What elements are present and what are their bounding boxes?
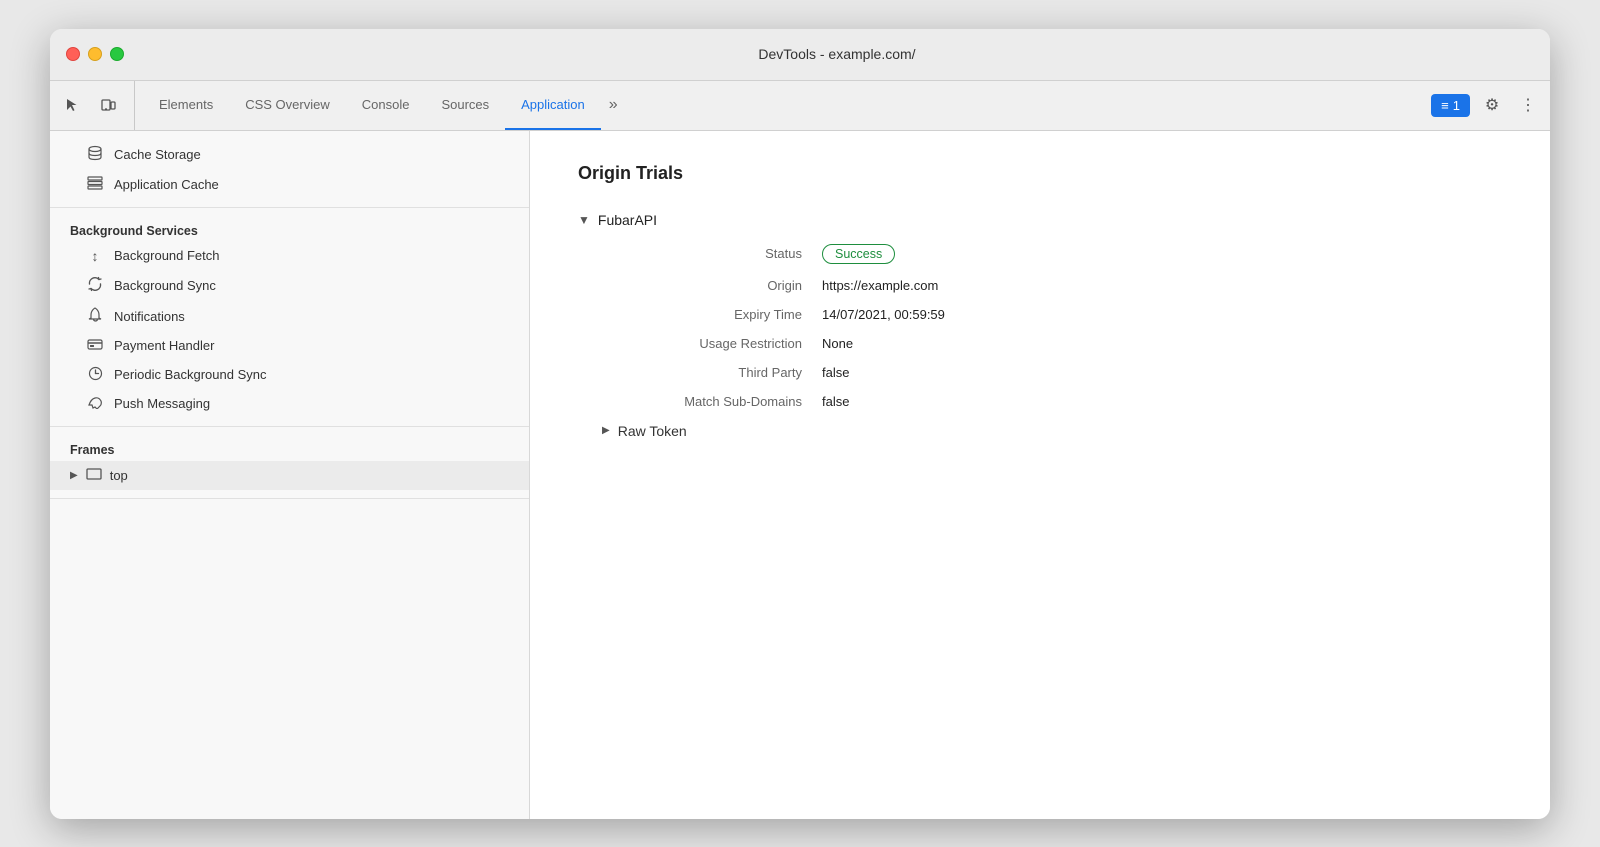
sidebar: Cache Storage Application Cache Backgrou [50,131,530,819]
usage-restriction-row: Usage Restriction None [602,336,1502,351]
origin-value: https://example.com [822,278,938,293]
page-title: Origin Trials [578,163,1502,184]
notifications-label: Notifications [114,309,185,324]
expiry-label: Expiry Time [602,307,822,322]
status-label: Status [602,246,822,261]
background-services-header: Background Services [50,216,529,242]
issues-icon: ≡ [1441,98,1449,113]
sidebar-item-top[interactable]: ▶ top [50,461,529,490]
content-panel: Origin Trials ▼ FubarAPI Status Success … [530,131,1550,819]
api-section: ▼ FubarAPI Status Success Origin https:/… [578,208,1502,439]
background-sync-label: Background Sync [114,278,216,293]
background-fetch-label: Background Fetch [114,248,220,263]
third-party-row: Third Party false [602,365,1502,380]
tab-console[interactable]: Console [346,81,426,130]
tab-list: Elements CSS Overview Console Sources Ap… [143,81,1423,130]
frames-header: Frames [50,435,529,461]
expiry-row: Expiry Time 14/07/2021, 00:59:59 [602,307,1502,322]
top-frame-label: top [110,468,128,483]
third-party-value: false [822,365,849,380]
issues-badge-button[interactable]: ≡ 1 [1431,94,1470,117]
sidebar-frames-section: Frames ▶ top [50,427,529,499]
tab-css-overview[interactable]: CSS Overview [229,81,346,130]
usage-restriction-value: None [822,336,853,351]
api-expand-icon: ▼ [578,213,590,227]
sidebar-item-notifications[interactable]: Notifications [50,301,529,332]
push-messaging-label: Push Messaging [114,396,210,411]
periodic-background-sync-icon [86,366,104,384]
background-sync-icon [86,276,104,295]
cache-storage-label: Cache Storage [114,147,201,162]
sidebar-item-background-fetch[interactable]: ↕ Background Fetch [50,242,529,270]
devtools-window: DevTools - example.com/ Elements CSS Ove… [50,29,1550,819]
push-messaging-icon [86,396,104,412]
sidebar-item-push-messaging[interactable]: Push Messaging [50,390,529,418]
sidebar-item-background-sync[interactable]: Background Sync [50,270,529,301]
top-frame-arrow: ▶ [70,470,78,481]
status-row: Status Success [602,244,1502,264]
application-cache-label: Application Cache [114,177,219,192]
third-party-label: Third Party [602,365,822,380]
payment-handler-icon [86,338,104,354]
payment-handler-label: Payment Handler [114,338,214,353]
match-sub-row: Match Sub-Domains false [602,394,1502,409]
traffic-lights [66,47,124,61]
sidebar-item-periodic-background-sync[interactable]: Periodic Background Sync [50,360,529,390]
maximize-button[interactable] [110,47,124,61]
cache-storage-icon [86,145,104,164]
top-frame-icon [86,467,102,484]
application-cache-icon [86,176,104,193]
tab-more[interactable]: » [601,81,626,130]
tab-application[interactable]: Application [505,81,601,130]
status-value: Success [822,244,895,264]
main-area: Cache Storage Application Cache Backgrou [50,131,1550,819]
raw-token-label: Raw Token [618,423,687,439]
more-options-button[interactable]: ⋮ [1514,91,1542,119]
api-header[interactable]: ▼ FubarAPI [578,208,1502,232]
tab-elements[interactable]: Elements [143,81,229,130]
status-badge: Success [822,244,895,264]
origin-label: Origin [602,278,822,293]
cursor-icon[interactable] [58,91,86,119]
expiry-value: 14/07/2021, 00:59:59 [822,307,945,322]
tab-sources[interactable]: Sources [425,81,505,130]
minimize-button[interactable] [88,47,102,61]
match-sub-value: false [822,394,849,409]
settings-button[interactable]: ⚙ [1478,91,1506,119]
tabbar-right: ≡ 1 ⚙ ⋮ [1423,81,1542,130]
window-title: DevTools - example.com/ [140,46,1534,62]
sidebar-background-services-section: Background Services ↕ Background Fetch [50,208,529,427]
origin-row: Origin https://example.com [602,278,1502,293]
periodic-background-sync-label: Periodic Background Sync [114,367,266,382]
notifications-icon [86,307,104,326]
sidebar-item-payment-handler[interactable]: Payment Handler [50,332,529,360]
api-name: FubarAPI [598,212,657,228]
device-icon[interactable] [94,91,122,119]
close-button[interactable] [66,47,80,61]
titlebar: DevTools - example.com/ [50,29,1550,81]
raw-token-header[interactable]: ▶ Raw Token [602,423,1502,439]
match-sub-label: Match Sub-Domains [602,394,822,409]
toolbar-icons [58,81,135,130]
raw-token-expand-icon: ▶ [602,425,610,436]
api-details: Status Success Origin https://example.co… [602,244,1502,439]
sidebar-item-application-cache[interactable]: Application Cache [50,170,529,199]
sidebar-item-cache-storage[interactable]: Cache Storage [50,139,529,170]
tabbar: Elements CSS Overview Console Sources Ap… [50,81,1550,131]
sidebar-storage-section: Cache Storage Application Cache [50,131,529,208]
background-fetch-icon: ↕ [86,248,104,264]
usage-restriction-label: Usage Restriction [602,336,822,351]
issues-count: 1 [1453,98,1460,113]
